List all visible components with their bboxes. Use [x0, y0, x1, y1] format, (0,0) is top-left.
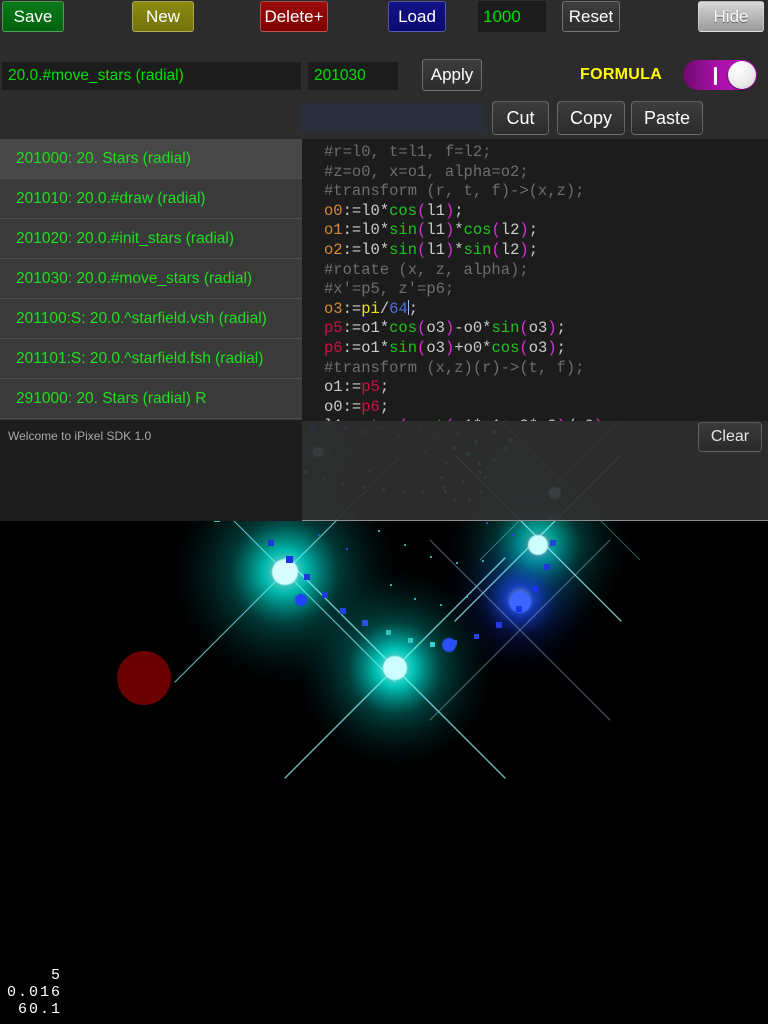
code-line: o0:=p6;: [324, 397, 390, 416]
save-button[interactable]: Save: [2, 1, 64, 32]
clear-button[interactable]: Clear: [698, 422, 762, 452]
hide-button[interactable]: Hide: [698, 1, 764, 32]
toggle-on-mark: [714, 67, 717, 85]
code-line: o3:=pi/64;: [324, 299, 419, 318]
list-item[interactable]: 201010: 20.0.#draw (radial): [0, 179, 302, 219]
code-line: l1:=atan(sqrt(o1*o1+o2*o2)/o0);: [324, 417, 768, 421]
formula-name-input[interactable]: 20.0.#move_stars (radial): [2, 62, 301, 90]
stat-line-2: 0.016: [6, 984, 62, 1001]
status-message: Welcome to iPixel SDK 1.0: [8, 429, 152, 443]
formula-toggle-switch[interactable]: [682, 59, 758, 91]
list-item[interactable]: 201020: 20.0.#init_stars (radial): [0, 219, 302, 259]
code-line: o1:=l0*sin(l1)*cos(l2);: [324, 221, 539, 240]
code-line: #x'=p5, z'=p6;: [324, 280, 455, 299]
apply-button[interactable]: Apply: [422, 59, 482, 91]
reset-button[interactable]: Reset: [562, 1, 620, 32]
paste-button[interactable]: Paste: [631, 101, 703, 135]
status-panel: Welcome to iPixel SDK 1.0: [0, 420, 302, 521]
code-line: o0:=l0*cos(l1);: [324, 201, 464, 220]
stat-line-3: 60.1: [17, 1001, 62, 1018]
delete-button[interactable]: Delete+: [260, 1, 328, 32]
toggle-knob: [728, 61, 756, 89]
list-item[interactable]: 201101:S: 20.0.^starfield.fsh (radial): [0, 339, 302, 379]
code-line: #z=o0, x=o1, alpha=o2;: [324, 162, 529, 181]
cut-button[interactable]: Cut: [492, 101, 549, 135]
code-line: #r=l0, t=l1, f=l2;: [324, 143, 492, 161]
stat-line-1: 5: [50, 967, 62, 984]
main-toolbar: Save New Delete+ Load 1000 Reset Hide: [0, 0, 768, 55]
formula-row: 20.0.#move_stars (radial) 201030 Apply F…: [0, 55, 768, 100]
copy-button[interactable]: Copy: [557, 101, 625, 135]
code-line: o1:=p5;: [324, 378, 390, 397]
load-button[interactable]: Load: [388, 1, 446, 32]
formula-id-input[interactable]: 201030: [308, 62, 398, 90]
edit-toolbar: Cut Copy Paste: [0, 100, 768, 142]
render-stats: 5 0.016 60.1: [6, 967, 62, 1018]
code-editor[interactable]: #r=l0, t=l1, f=l2; #z=o0, x=o1, alpha=o2;…: [302, 139, 768, 421]
code-line: p5:=o1*cos(o3)-o0*sin(o3);: [324, 319, 566, 338]
formula-label: FORMULA: [580, 66, 663, 83]
red-disc-marker: [117, 651, 171, 705]
code-search-input[interactable]: [300, 103, 485, 133]
code-line: o2:=l0*sin(l1)*sin(l2);: [324, 240, 539, 259]
list-item[interactable]: 291000: 20. Stars (radial) R: [0, 379, 302, 419]
list-item[interactable]: 201000: 20. Stars (radial): [0, 139, 302, 179]
new-button[interactable]: New: [132, 1, 194, 32]
code-line: #transform (x,z)(r)->(t, f);: [324, 358, 585, 377]
formula-list[interactable]: 201000: 20. Stars (radial) 201010: 20.0.…: [0, 139, 302, 420]
editor-overlay-panel: Save New Delete+ Load 1000 Reset Hide 20…: [0, 0, 768, 521]
list-item[interactable]: 201100:S: 20.0.^starfield.vsh (radial): [0, 299, 302, 339]
code-line: #transform (r, t, f)->(x,z);: [324, 182, 585, 201]
code-line: #rotate (x, z, alpha);: [324, 260, 529, 279]
code-line: p6:=o1*sin(o3)+o0*cos(o3);: [324, 338, 566, 357]
list-item[interactable]: 201030: 20.0.#move_stars (radial): [0, 259, 302, 299]
count-input[interactable]: 1000: [478, 1, 546, 32]
app-root: 5 0.016 60.1 Save New Delete+ Load 1000 …: [0, 0, 768, 1024]
